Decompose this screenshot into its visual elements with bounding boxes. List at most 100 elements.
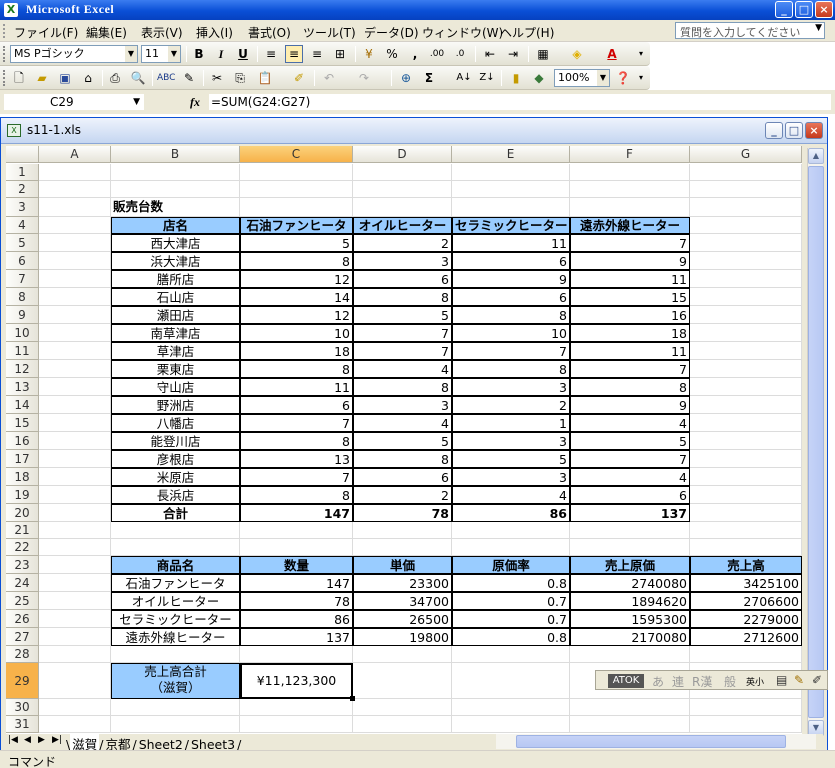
grid-cell[interactable] — [39, 164, 111, 181]
next-sheet-icon[interactable]: ▶ — [38, 735, 45, 745]
table1-cell[interactable]: 11 — [240, 378, 353, 396]
permission-icon[interactable]: ⌂ — [79, 69, 97, 87]
table1-cell[interactable]: 膳所店 — [111, 270, 240, 288]
grid-cell[interactable] — [240, 539, 353, 556]
increase-indent-icon[interactable]: ⇥ — [504, 45, 522, 63]
table1-cell[interactable]: 米原店 — [111, 468, 240, 486]
grid-cell[interactable] — [39, 486, 111, 504]
table1-cell[interactable]: 18 — [240, 342, 353, 360]
table1-header[interactable]: オイルヒーター — [353, 217, 452, 234]
table1-cell[interactable]: 浜大津店 — [111, 252, 240, 270]
row-header[interactable]: 15 — [6, 414, 39, 432]
grid-cell[interactable] — [240, 198, 353, 217]
grid-cell[interactable] — [240, 646, 353, 663]
table2-cell[interactable]: 2706600 — [690, 592, 802, 610]
table2-cell[interactable]: 0.7 — [452, 592, 570, 610]
print-preview-icon[interactable]: 🔍 — [129, 69, 147, 87]
currency-icon[interactable]: ¥ — [360, 45, 378, 63]
row-header[interactable]: 24 — [6, 574, 39, 592]
grid-cell[interactable] — [39, 252, 111, 270]
grid-cell[interactable] — [111, 522, 240, 539]
table1-cell[interactable]: 7 — [240, 414, 353, 432]
table2-cell[interactable]: 1595300 — [570, 610, 690, 628]
workbook-restore-button[interactable]: □ — [785, 122, 803, 139]
table1-cell[interactable]: 6 — [353, 270, 452, 288]
formula-input[interactable]: =SUM(G24:G27) — [209, 94, 831, 110]
row-header[interactable]: 29 — [6, 663, 39, 699]
summary-total-cell[interactable]: ¥11,123,300 — [240, 663, 353, 699]
table1-cell[interactable]: 10 — [452, 324, 570, 342]
table2-cell[interactable]: 0.7 — [452, 610, 570, 628]
table1-cell[interactable]: 八幡店 — [111, 414, 240, 432]
menu-help[interactable]: ヘルプ(H) — [496, 23, 558, 42]
grid-cell[interactable] — [452, 646, 570, 663]
grid-cell[interactable] — [39, 468, 111, 486]
row-header[interactable]: 1 — [6, 164, 39, 181]
atok-badge[interactable]: ATOK — [608, 674, 644, 688]
grid-cell[interactable] — [570, 522, 690, 539]
table1-cell[interactable]: 5 — [353, 306, 452, 324]
row-header[interactable]: 23 — [6, 556, 39, 574]
grid-cell[interactable] — [39, 504, 111, 522]
ime-dictionary-icon[interactable]: ✎ — [794, 673, 804, 687]
grid-cell[interactable] — [452, 198, 570, 217]
grid-cell[interactable] — [690, 539, 802, 556]
table1-cell[interactable]: 瀬田店 — [111, 306, 240, 324]
grid-cell[interactable] — [690, 252, 802, 270]
hyperlink-icon[interactable]: ⊕ — [397, 69, 415, 87]
table1-cell[interactable]: 8 — [353, 450, 452, 468]
sort-ascending-icon[interactable]: A↓ — [455, 69, 473, 87]
grid-cell[interactable] — [353, 716, 452, 733]
grid-cell[interactable] — [39, 181, 111, 198]
table1-cell[interactable]: 8 — [240, 486, 353, 504]
table1-cell[interactable]: 南草津店 — [111, 324, 240, 342]
open-icon[interactable]: ▰ — [33, 69, 51, 87]
horizontal-scrollbar[interactable] — [496, 734, 816, 749]
table1-header[interactable]: 遠赤外線ヒーター — [570, 217, 690, 234]
grid-cell[interactable] — [39, 628, 111, 646]
grid-cell[interactable] — [452, 716, 570, 733]
row-header[interactable]: 30 — [6, 699, 39, 716]
grid-cell[interactable] — [39, 522, 111, 539]
row-header[interactable]: 7 — [6, 270, 39, 288]
grid-cell[interactable] — [690, 378, 802, 396]
column-header[interactable]: A — [39, 146, 111, 163]
row-header[interactable]: 3 — [6, 198, 39, 217]
grid-cell[interactable] — [240, 716, 353, 733]
table1-cell[interactable]: 12 — [240, 306, 353, 324]
row-header[interactable]: 12 — [6, 360, 39, 378]
grid-cell[interactable] — [690, 342, 802, 360]
fx-icon[interactable]: fx — [190, 95, 200, 110]
table1-cell[interactable]: 能登川店 — [111, 432, 240, 450]
new-icon[interactable]: 🗋 — [10, 69, 28, 87]
toolbar-options-icon[interactable]: ▾ — [632, 69, 650, 87]
chevron-down-icon[interactable]: ▼ — [168, 46, 180, 62]
column-header[interactable]: D — [353, 146, 452, 163]
row-header[interactable]: 22 — [6, 539, 39, 556]
table1-cell[interactable]: 3 — [353, 396, 452, 414]
table1-cell[interactable]: 3 — [452, 432, 570, 450]
grid-cell[interactable] — [570, 164, 690, 181]
grid-cell[interactable] — [39, 306, 111, 324]
summary-label[interactable]: 売上高合計 （滋賀） — [111, 663, 240, 699]
table1-cell[interactable]: 18 — [570, 324, 690, 342]
grid-cell[interactable] — [452, 164, 570, 181]
align-left-icon[interactable]: ≡ — [262, 45, 280, 63]
table1-cell[interactable]: 2 — [452, 396, 570, 414]
ime-mode-general[interactable]: 般 — [724, 673, 736, 690]
table1-cell[interactable]: 5 — [240, 234, 353, 252]
table2-header[interactable]: 原価率 — [452, 556, 570, 574]
row-header[interactable]: 27 — [6, 628, 39, 646]
row-header[interactable]: 21 — [6, 522, 39, 539]
grid-cell[interactable] — [353, 539, 452, 556]
fill-color-icon[interactable]: ◈ — [568, 45, 586, 63]
table1-cell[interactable]: 石山店 — [111, 288, 240, 306]
grid-cell[interactable] — [690, 217, 802, 234]
row-header[interactable]: 9 — [6, 306, 39, 324]
grid-cell[interactable] — [690, 164, 802, 181]
grid-cell[interactable] — [690, 306, 802, 324]
table1-cell[interactable]: 7 — [570, 234, 690, 252]
table2-header[interactable]: 売上高 — [690, 556, 802, 574]
row-header[interactable]: 20 — [6, 504, 39, 522]
grid-cell[interactable] — [570, 539, 690, 556]
